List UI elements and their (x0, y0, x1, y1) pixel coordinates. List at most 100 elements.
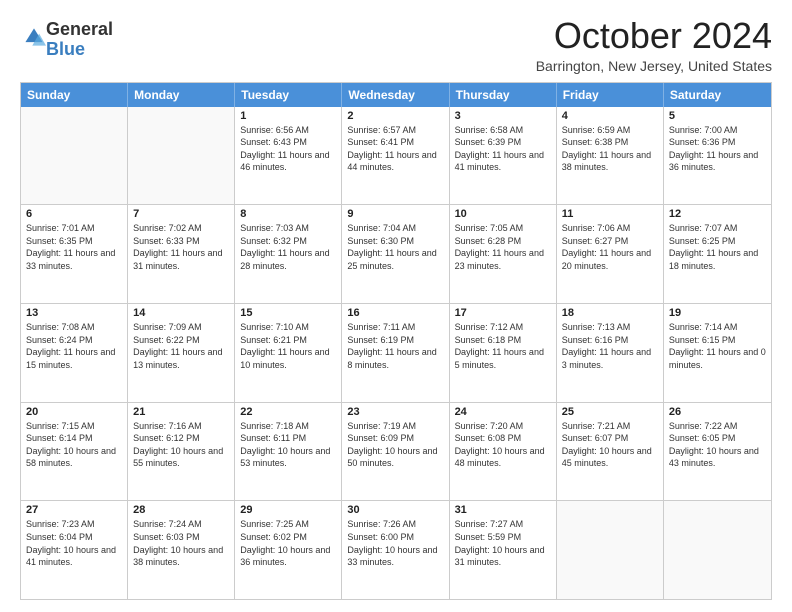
day-number: 2 (347, 110, 443, 122)
calendar-cell: 25 Sunrise: 7:21 AM Sunset: 6:07 PM Dayli… (557, 403, 664, 501)
day-info: Sunrise: 7:08 AM Sunset: 6:24 PM Dayligh… (26, 321, 122, 371)
calendar-cell: 24 Sunrise: 7:20 AM Sunset: 6:08 PM Dayli… (450, 403, 557, 501)
calendar-cell: 3 Sunrise: 6:58 AM Sunset: 6:39 PM Daylig… (450, 107, 557, 205)
day-number: 12 (669, 208, 766, 220)
day-number: 28 (133, 504, 229, 516)
calendar-body: 1 Sunrise: 6:56 AM Sunset: 6:43 PM Daylig… (21, 107, 771, 599)
day-number: 5 (669, 110, 766, 122)
day-number: 27 (26, 504, 122, 516)
day-info: Sunrise: 7:19 AM Sunset: 6:09 PM Dayligh… (347, 420, 443, 470)
day-info: Sunrise: 7:10 AM Sunset: 6:21 PM Dayligh… (240, 321, 336, 371)
day-number: 16 (347, 307, 443, 319)
calendar-cell: 13 Sunrise: 7:08 AM Sunset: 6:24 PM Dayli… (21, 304, 128, 402)
header-day-saturday: Saturday (664, 83, 771, 107)
calendar-cell: 30 Sunrise: 7:26 AM Sunset: 6:00 PM Dayli… (342, 501, 449, 599)
calendar-cell: 23 Sunrise: 7:19 AM Sunset: 6:09 PM Dayli… (342, 403, 449, 501)
day-info: Sunrise: 7:20 AM Sunset: 6:08 PM Dayligh… (455, 420, 551, 470)
day-info: Sunrise: 7:04 AM Sunset: 6:30 PM Dayligh… (347, 222, 443, 272)
day-info: Sunrise: 7:06 AM Sunset: 6:27 PM Dayligh… (562, 222, 658, 272)
day-info: Sunrise: 7:26 AM Sunset: 6:00 PM Dayligh… (347, 518, 443, 568)
day-number: 15 (240, 307, 336, 319)
day-info: Sunrise: 7:23 AM Sunset: 6:04 PM Dayligh… (26, 518, 122, 568)
day-info: Sunrise: 7:09 AM Sunset: 6:22 PM Dayligh… (133, 321, 229, 371)
day-number: 18 (562, 307, 658, 319)
day-number: 13 (26, 307, 122, 319)
calendar-row-2: 13 Sunrise: 7:08 AM Sunset: 6:24 PM Dayli… (21, 303, 771, 402)
day-info: Sunrise: 7:21 AM Sunset: 6:07 PM Dayligh… (562, 420, 658, 470)
header-day-wednesday: Wednesday (342, 83, 449, 107)
calendar: SundayMondayTuesdayWednesdayThursdayFrid… (20, 82, 772, 600)
day-info: Sunrise: 7:05 AM Sunset: 6:28 PM Dayligh… (455, 222, 551, 272)
day-info: Sunrise: 6:59 AM Sunset: 6:38 PM Dayligh… (562, 124, 658, 174)
day-number: 26 (669, 406, 766, 418)
day-number: 17 (455, 307, 551, 319)
calendar-cell: 22 Sunrise: 7:18 AM Sunset: 6:11 PM Dayli… (235, 403, 342, 501)
month-title: October 2024 (536, 16, 772, 56)
day-info: Sunrise: 7:16 AM Sunset: 6:12 PM Dayligh… (133, 420, 229, 470)
calendar-header: SundayMondayTuesdayWednesdayThursdayFrid… (21, 83, 771, 107)
day-number: 10 (455, 208, 551, 220)
logo: General Blue (20, 20, 113, 60)
header: General Blue October 2024 Barrington, Ne… (20, 16, 772, 74)
day-number: 25 (562, 406, 658, 418)
header-day-thursday: Thursday (450, 83, 557, 107)
day-number: 11 (562, 208, 658, 220)
day-number: 30 (347, 504, 443, 516)
day-info: Sunrise: 7:02 AM Sunset: 6:33 PM Dayligh… (133, 222, 229, 272)
day-number: 6 (26, 208, 122, 220)
calendar-cell: 6 Sunrise: 7:01 AM Sunset: 6:35 PM Daylig… (21, 205, 128, 303)
logo-blue: Blue (46, 39, 85, 59)
calendar-cell: 8 Sunrise: 7:03 AM Sunset: 6:32 PM Daylig… (235, 205, 342, 303)
header-day-sunday: Sunday (21, 83, 128, 107)
day-number: 1 (240, 110, 336, 122)
day-info: Sunrise: 7:24 AM Sunset: 6:03 PM Dayligh… (133, 518, 229, 568)
calendar-row-0: 1 Sunrise: 6:56 AM Sunset: 6:43 PM Daylig… (21, 107, 771, 205)
calendar-cell: 28 Sunrise: 7:24 AM Sunset: 6:03 PM Dayli… (128, 501, 235, 599)
calendar-row-1: 6 Sunrise: 7:01 AM Sunset: 6:35 PM Daylig… (21, 204, 771, 303)
day-number: 4 (562, 110, 658, 122)
day-info: Sunrise: 7:15 AM Sunset: 6:14 PM Dayligh… (26, 420, 122, 470)
day-number: 24 (455, 406, 551, 418)
day-number: 31 (455, 504, 551, 516)
day-info: Sunrise: 7:25 AM Sunset: 6:02 PM Dayligh… (240, 518, 336, 568)
calendar-row-4: 27 Sunrise: 7:23 AM Sunset: 6:04 PM Dayli… (21, 500, 771, 599)
header-day-monday: Monday (128, 83, 235, 107)
day-number: 22 (240, 406, 336, 418)
day-number: 3 (455, 110, 551, 122)
day-number: 29 (240, 504, 336, 516)
day-info: Sunrise: 7:14 AM Sunset: 6:15 PM Dayligh… (669, 321, 766, 371)
day-number: 8 (240, 208, 336, 220)
day-number: 19 (669, 307, 766, 319)
day-info: Sunrise: 7:13 AM Sunset: 6:16 PM Dayligh… (562, 321, 658, 371)
day-info: Sunrise: 7:12 AM Sunset: 6:18 PM Dayligh… (455, 321, 551, 371)
calendar-cell: 1 Sunrise: 6:56 AM Sunset: 6:43 PM Daylig… (235, 107, 342, 205)
calendar-cell: 10 Sunrise: 7:05 AM Sunset: 6:28 PM Dayli… (450, 205, 557, 303)
calendar-cell: 18 Sunrise: 7:13 AM Sunset: 6:16 PM Dayli… (557, 304, 664, 402)
calendar-cell (557, 501, 664, 599)
day-info: Sunrise: 7:03 AM Sunset: 6:32 PM Dayligh… (240, 222, 336, 272)
day-number: 20 (26, 406, 122, 418)
calendar-cell: 16Sunrise: 7:11 AM Sunset: 6:19 PM Dayli… (342, 304, 449, 402)
calendar-cell: 5Sunrise: 7:00 AM Sunset: 6:36 PM Daylig… (664, 107, 771, 205)
day-info: Sunrise: 7:18 AM Sunset: 6:11 PM Dayligh… (240, 420, 336, 470)
title-block: October 2024 Barrington, New Jersey, Uni… (536, 16, 772, 74)
day-number: 23 (347, 406, 443, 418)
calendar-cell: 7Sunrise: 7:02 AM Sunset: 6:33 PM Daylig… (128, 205, 235, 303)
calendar-row-3: 20 Sunrise: 7:15 AM Sunset: 6:14 PM Dayli… (21, 402, 771, 501)
day-info: Sunrise: 6:57 AM Sunset: 6:41 PM Dayligh… (347, 124, 443, 174)
header-day-friday: Friday (557, 83, 664, 107)
calendar-cell: 9Sunrise: 7:04 AM Sunset: 6:30 PM Daylig… (342, 205, 449, 303)
calendar-cell: 27 Sunrise: 7:23 AM Sunset: 6:04 PM Dayli… (21, 501, 128, 599)
day-info: Sunrise: 7:22 AM Sunset: 6:05 PM Dayligh… (669, 420, 766, 470)
calendar-page: General Blue October 2024 Barrington, Ne… (0, 0, 792, 612)
calendar-cell: 31Sunrise: 7:27 AM Sunset: 5:59 PM Dayli… (450, 501, 557, 599)
calendar-cell: 20 Sunrise: 7:15 AM Sunset: 6:14 PM Dayli… (21, 403, 128, 501)
day-info: Sunrise: 7:01 AM Sunset: 6:35 PM Dayligh… (26, 222, 122, 272)
calendar-cell: 29 Sunrise: 7:25 AM Sunset: 6:02 PM Dayli… (235, 501, 342, 599)
day-info: Sunrise: 6:56 AM Sunset: 6:43 PM Dayligh… (240, 124, 336, 174)
calendar-cell: 12Sunrise: 7:07 AM Sunset: 6:25 PM Dayli… (664, 205, 771, 303)
logo-general: General (46, 19, 113, 39)
calendar-cell: 4 Sunrise: 6:59 AM Sunset: 6:38 PM Daylig… (557, 107, 664, 205)
day-info: Sunrise: 6:58 AM Sunset: 6:39 PM Dayligh… (455, 124, 551, 174)
calendar-cell (128, 107, 235, 205)
